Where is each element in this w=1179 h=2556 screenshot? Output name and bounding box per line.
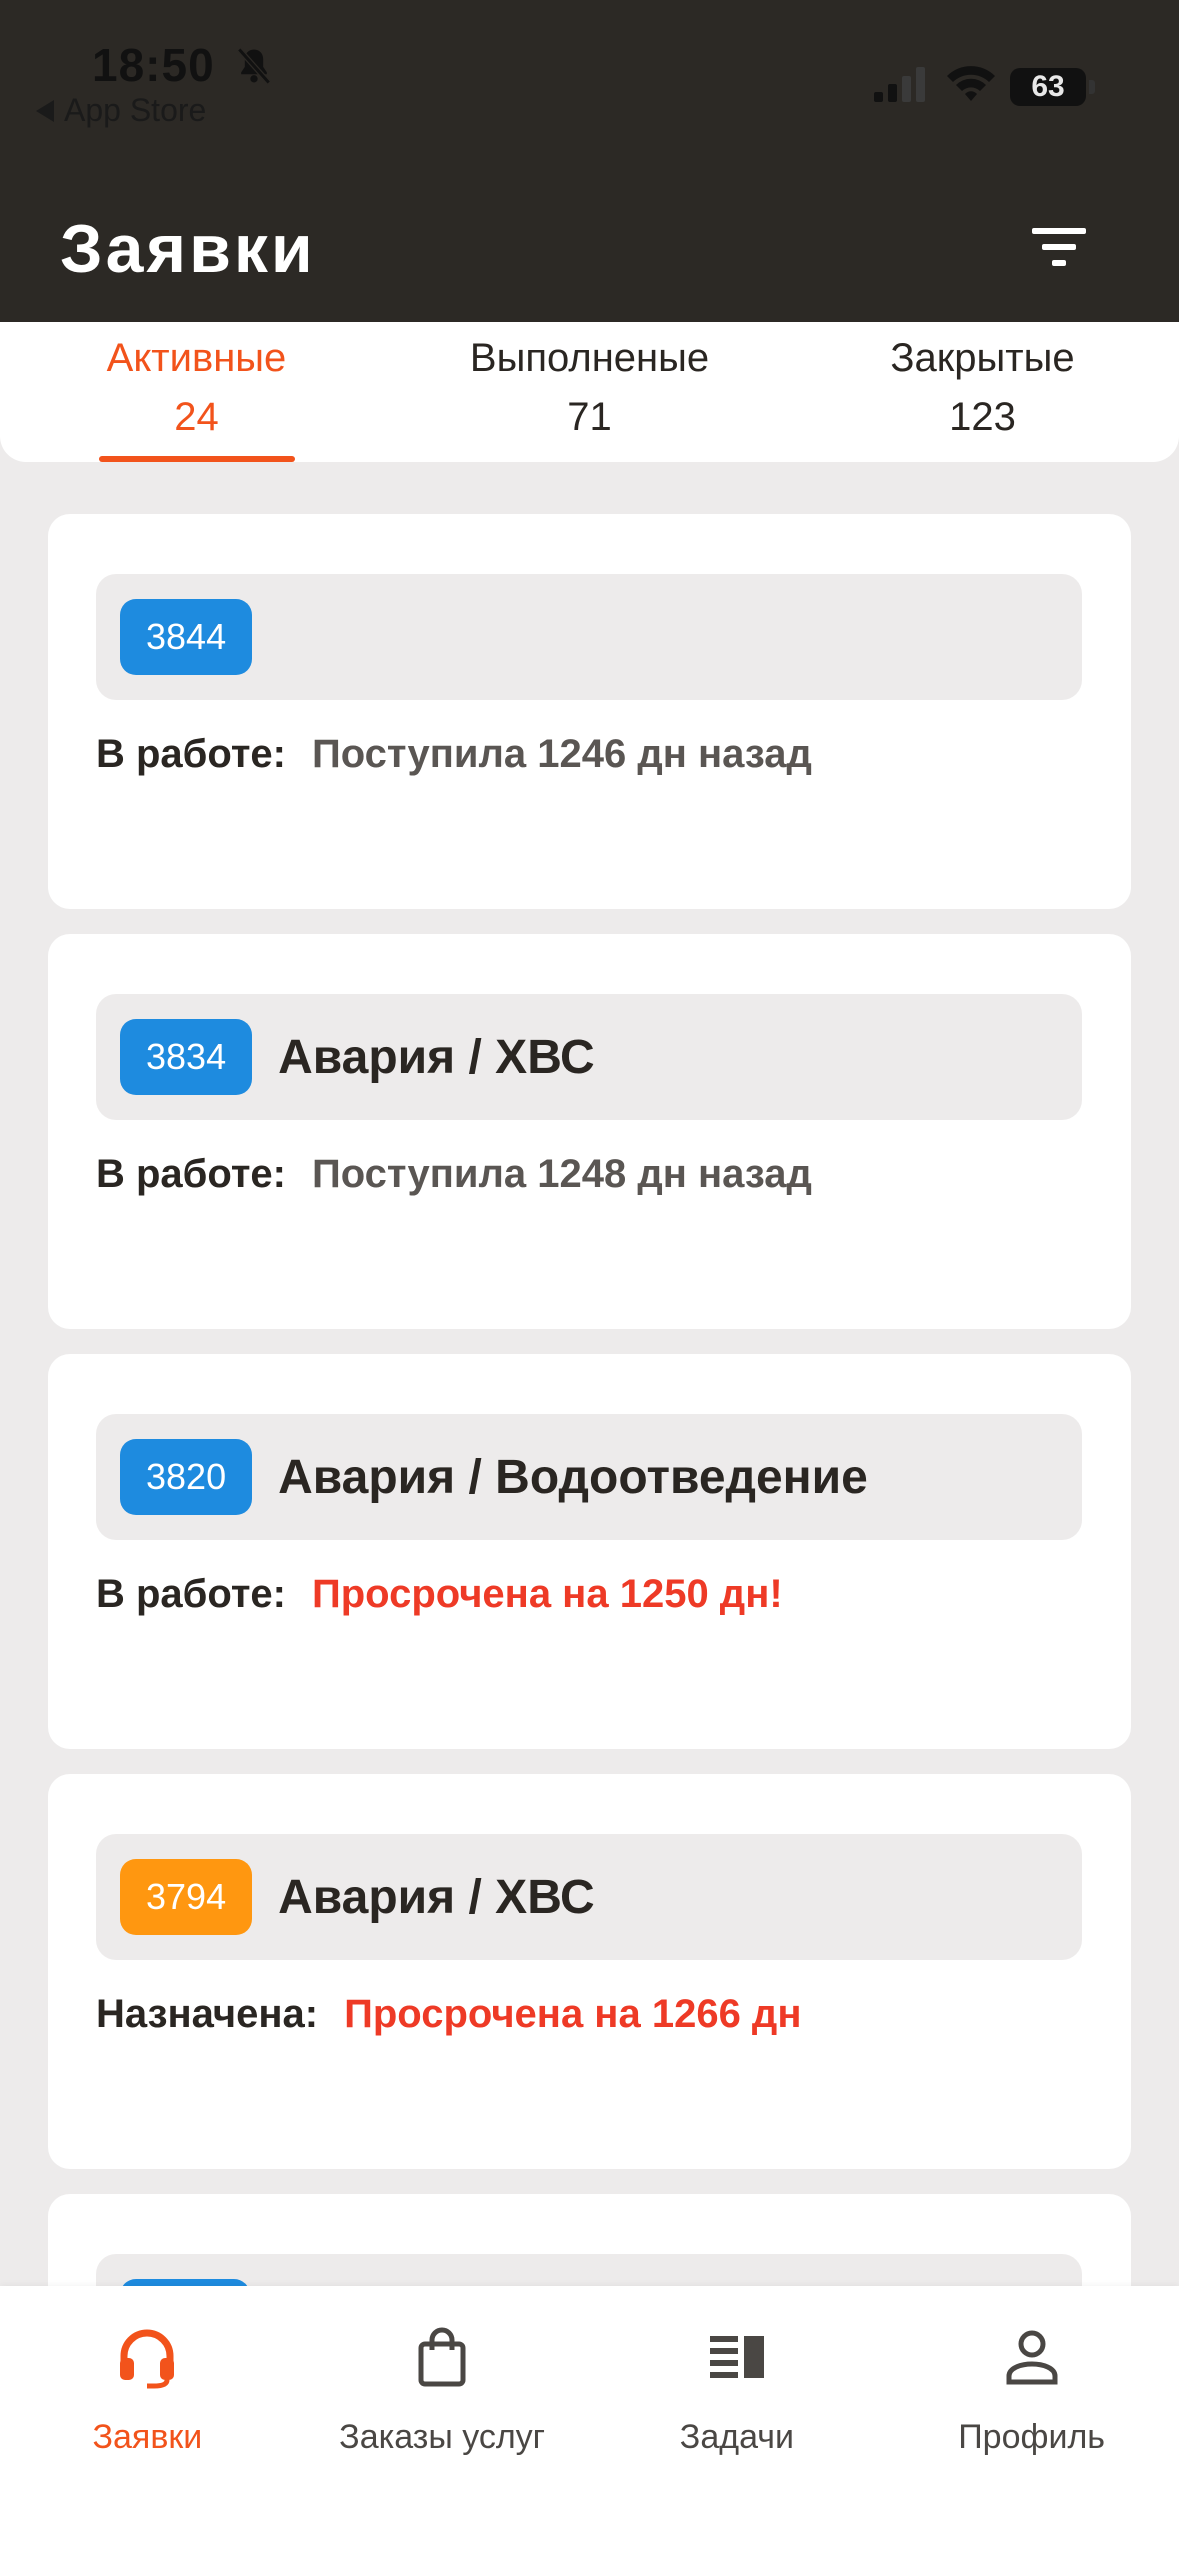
- request-card-header: 3794 Авария / ХВС: [96, 1834, 1082, 1960]
- battery-cap: [1089, 80, 1095, 94]
- tab-count: 24: [174, 395, 219, 439]
- request-card[interactable]: 3844 В работе: Поступила 1246 дн назад: [48, 514, 1131, 909]
- request-card-header: 3834 Авария / ХВС: [96, 994, 1082, 1120]
- screen: 18:50 App Store 63 Заявки Активные 24 Вы…: [0, 0, 1179, 2556]
- nav-tasks[interactable]: Задачи: [590, 2286, 885, 2556]
- request-status: В работе: Поступила 1248 дн назад: [96, 1152, 812, 1197]
- status-value-overdue: Просрочена на 1266 дн: [344, 1992, 802, 2036]
- request-status: Назначена: Просрочена на 1266 дн: [96, 1992, 801, 2037]
- active-tab-indicator: [98, 456, 295, 462]
- tab-count: 123: [949, 395, 1016, 439]
- nav-requests[interactable]: Заявки: [0, 2286, 295, 2556]
- app-header: 18:50 App Store 63 Заявки: [0, 0, 1179, 322]
- request-number-badge: 3820: [120, 1439, 253, 1515]
- nav-service-orders[interactable]: Заказы услуг: [295, 2286, 590, 2556]
- tab-closed[interactable]: Закрытые 123: [786, 322, 1179, 462]
- back-app-label: App Store: [64, 92, 207, 128]
- tab-label: Активные: [106, 336, 287, 380]
- nav-label: Заказы услуг: [339, 2418, 546, 2456]
- request-card[interactable]: 3794 Авария / ХВС Назначена: Просрочена …: [48, 1774, 1131, 2169]
- request-status: В работе: Просрочена на 1250 дн!: [96, 1572, 783, 1617]
- tab-active[interactable]: Активные 24: [0, 322, 393, 462]
- status-label: В работе:: [96, 1572, 286, 1616]
- status-value-overdue: Просрочена на 1250 дн!: [311, 1572, 783, 1616]
- tab-label: Закрытые: [890, 336, 1075, 380]
- battery-indicator: 63: [1010, 68, 1086, 106]
- back-arrow-icon: [36, 99, 54, 122]
- request-type: Авария / Водоотведение: [278, 1450, 868, 1504]
- tab-completed[interactable]: Выполненые 71: [393, 322, 786, 462]
- wifi-icon: [947, 66, 995, 101]
- request-list: 3844 В работе: Поступила 1246 дн назад 3…: [48, 514, 1131, 2556]
- page-title: Заявки: [60, 211, 316, 287]
- request-card[interactable]: 3834 Авария / ХВС В работе: Поступила 12…: [48, 934, 1131, 1329]
- nav-label: Профиль: [958, 2418, 1106, 2456]
- status-time: 18:50: [92, 39, 215, 91]
- filter-icon[interactable]: [1028, 222, 1090, 272]
- shopping-bag-icon: [418, 2327, 466, 2387]
- request-status: В работе: Поступила 1246 дн назад: [96, 732, 812, 777]
- cellular-signal-icon: [874, 67, 925, 102]
- nav-label: Задачи: [679, 2418, 794, 2456]
- request-card[interactable]: 3820 Авария / Водоотведение В работе: Пр…: [48, 1354, 1131, 1749]
- status-value: Поступила 1248 дн назад: [311, 1152, 812, 1196]
- tasks-icon: [709, 2336, 764, 2378]
- profile-icon: [1006, 2330, 1058, 2385]
- status-label: В работе:: [96, 1152, 286, 1196]
- request-card-header: 3844: [96, 574, 1082, 700]
- nav-profile[interactable]: Профиль: [884, 2286, 1179, 2556]
- request-number-badge: 3794: [120, 1859, 253, 1935]
- status-label: Назначена:: [96, 1992, 319, 2036]
- back-to-app-store[interactable]: App Store: [36, 92, 206, 129]
- tab-label: Выполненые: [469, 336, 710, 380]
- tab-count: 71: [567, 395, 612, 439]
- request-number-badge: 3834: [120, 1019, 253, 1095]
- status-label: В работе:: [96, 732, 286, 776]
- request-number-badge: 3844: [120, 599, 253, 675]
- nav-label: Заявки: [92, 2418, 203, 2456]
- bell-muted-icon: [237, 47, 271, 85]
- request-type: Авария / ХВС: [278, 1870, 595, 1924]
- status-value: Поступила 1246 дн назад: [311, 732, 812, 776]
- request-type: Авария / ХВС: [278, 1030, 595, 1084]
- request-card-header: 3820 Авария / Водоотведение: [96, 1414, 1082, 1540]
- bottom-navigation: Заявки Заказы услуг Задачи Профиль: [0, 2286, 1179, 2556]
- headset-icon: [120, 2329, 175, 2389]
- request-tabs: Активные 24 Выполненые 71 Закрытые 123: [0, 322, 1179, 462]
